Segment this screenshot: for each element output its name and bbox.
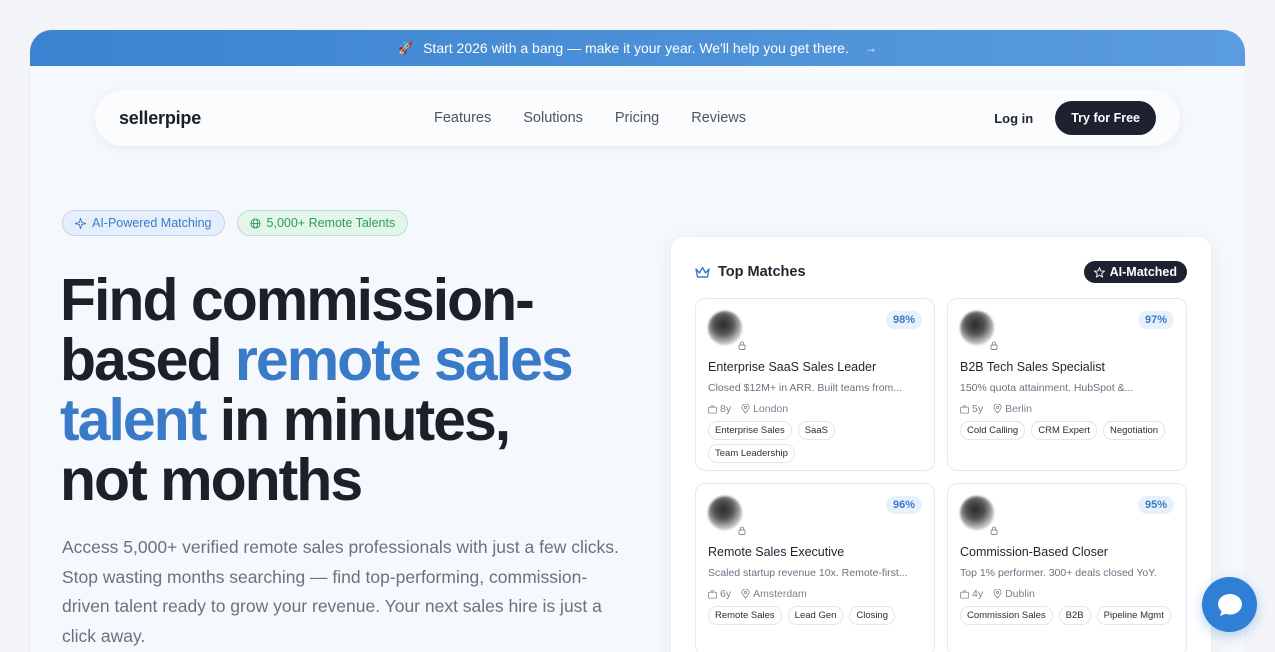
- card-title: Remote Sales Executive: [708, 545, 845, 559]
- panel-header: Top Matches AI-Matched: [695, 261, 1187, 283]
- card-description: Top 1% performer. 300+ deals closed YoY.: [960, 567, 1157, 579]
- match-percentage: 97%: [1137, 311, 1174, 329]
- location-pin-icon: [741, 589, 750, 599]
- years-experience: 4y: [972, 588, 984, 600]
- nav-link-solutions[interactable]: Solutions: [523, 110, 583, 126]
- headline-accent-1: remote sales: [234, 327, 574, 393]
- nav-actions: Log in Try for Free: [994, 101, 1156, 135]
- years-experience: 6y: [720, 588, 732, 600]
- chat-bubble-icon: [1217, 593, 1242, 616]
- location: Dublin: [1005, 588, 1035, 600]
- remote-talents-badge-label: 5,000+ Remote Talents: [266, 216, 396, 230]
- skill-tag: Remote Sales: [708, 606, 782, 625]
- arrow-right-icon: →: [864, 41, 877, 55]
- headline-line-2a: based: [60, 327, 235, 393]
- location-pin-icon: [993, 589, 1002, 599]
- ai-powered-badge: AI-Powered Matching: [62, 210, 225, 236]
- nav-link-pricing[interactable]: Pricing: [615, 110, 659, 126]
- years-experience: 8y: [720, 403, 732, 415]
- nav-links: Features Solutions Pricing Reviews: [434, 110, 746, 126]
- card-description: Scaled startup revenue 10x. Remote-first…: [708, 567, 908, 579]
- top-matches-panel: Top Matches AI-Matched 98% Enterprise Sa…: [670, 236, 1212, 652]
- skill-tag: B2B: [1058, 606, 1091, 625]
- card-description: Closed $12M+ in ARR. Built teams from...: [708, 382, 903, 394]
- match-card[interactable]: 98% Enterprise SaaS Sales Leader Closed …: [695, 298, 935, 471]
- headline-line-3b: in minutes,: [205, 387, 511, 453]
- location-pin-icon: [993, 404, 1002, 414]
- match-card[interactable]: 96% Remote Sales Executive Scaled startu…: [695, 483, 935, 652]
- remote-talents-badge: 5,000+ Remote Talents: [236, 210, 409, 236]
- skill-tag: Lead Gen: [787, 606, 844, 625]
- announcement-banner[interactable]: 🚀 Start 2026 with a bang — make it your …: [30, 30, 1245, 66]
- match-percentage: 95%: [1137, 496, 1174, 514]
- card-tags: Enterprise Sales SaaS Team Leadership: [708, 421, 924, 463]
- rocket-icon: 🚀: [398, 41, 414, 55]
- skill-tag: Enterprise Sales: [708, 421, 792, 440]
- skill-tag: Commission Sales: [960, 606, 1053, 625]
- globe-icon: [249, 217, 261, 229]
- star-icon: [1093, 266, 1105, 278]
- location-pin-icon: [741, 404, 750, 414]
- match-card[interactable]: 97% B2B Tech Sales Specialist 150% quota…: [947, 298, 1187, 471]
- lock-icon: [736, 339, 748, 351]
- card-meta: 4y Dublin: [960, 588, 1035, 600]
- top-navigation: sellerpipe Features Solutions Pricing Re…: [95, 90, 1180, 146]
- briefcase-icon: [708, 404, 717, 414]
- match-percentage: 98%: [885, 311, 922, 329]
- ai-powered-badge-label: AI-Powered Matching: [92, 216, 212, 230]
- card-tags: Remote Sales Lead Gen Closing: [708, 606, 924, 625]
- panel-title-text: Top Matches: [718, 264, 806, 280]
- briefcase-icon: [960, 589, 969, 599]
- hero-headline: Find commission- based remote sales tale…: [60, 270, 660, 510]
- skill-tag: Negotiation: [1102, 421, 1166, 440]
- nav-link-reviews[interactable]: Reviews: [691, 110, 746, 126]
- card-description: 150% quota attainment. HubSpot &...: [960, 382, 1134, 394]
- nav-link-features[interactable]: Features: [434, 110, 491, 126]
- briefcase-icon: [708, 589, 717, 599]
- page-frame: 🚀 Start 2026 with a bang — make it your …: [30, 30, 1245, 652]
- skill-tag: Closing: [849, 606, 896, 625]
- try-for-free-button[interactable]: Try for Free: [1055, 101, 1156, 135]
- card-meta: 6y Amsterdam: [708, 588, 807, 600]
- skill-tag: CRM Expert: [1031, 421, 1097, 440]
- years-experience: 5y: [972, 403, 984, 415]
- card-tags: Cold Calling CRM Expert Negotiation: [960, 421, 1176, 440]
- headline-line-1: Find commission-: [60, 267, 535, 333]
- location: Berlin: [1005, 403, 1032, 415]
- match-percentage: 96%: [885, 496, 922, 514]
- skill-tag: SaaS: [797, 421, 835, 440]
- card-meta: 5y Berlin: [960, 403, 1032, 415]
- logo[interactable]: sellerpipe: [119, 108, 201, 129]
- location: Amsterdam: [753, 588, 807, 600]
- banner-text: Start 2026 with a bang — make it your ye…: [423, 40, 849, 56]
- briefcase-icon: [960, 404, 969, 414]
- card-title: Commission-Based Closer: [960, 545, 1108, 559]
- card-tags: Commission Sales B2B Pipeline Mgmt: [960, 606, 1176, 625]
- ai-matched-badge: AI-Matched: [1083, 261, 1187, 283]
- headline-line-4: not months: [60, 447, 363, 513]
- skill-tag: Team Leadership: [708, 444, 795, 463]
- card-meta: 8y London: [708, 403, 788, 415]
- location: London: [753, 403, 789, 415]
- skill-tag: Pipeline Mgmt: [1096, 606, 1171, 625]
- lock-icon: [736, 524, 748, 536]
- login-link[interactable]: Log in: [994, 111, 1033, 126]
- hero-badges: AI-Powered Matching 5,000+ Remote Talent…: [62, 210, 409, 236]
- sparkle-icon: [75, 217, 86, 229]
- chat-button[interactable]: [1202, 577, 1257, 632]
- panel-title: Top Matches: [695, 264, 806, 280]
- headline-accent-2: talent: [60, 387, 207, 453]
- skill-tag: Cold Calling: [960, 421, 1026, 440]
- hero-subtext: Access 5,000+ verified remote sales prof…: [62, 537, 619, 646]
- card-title: B2B Tech Sales Specialist: [960, 360, 1105, 374]
- card-title: Enterprise SaaS Sales Leader: [708, 360, 877, 374]
- match-card[interactable]: 95% Commission-Based Closer Top 1% perfo…: [947, 483, 1187, 652]
- crown-icon: [695, 266, 710, 278]
- ai-matched-label: AI-Matched: [1109, 265, 1177, 279]
- lock-icon: [988, 339, 1000, 351]
- lock-icon: [988, 524, 1000, 536]
